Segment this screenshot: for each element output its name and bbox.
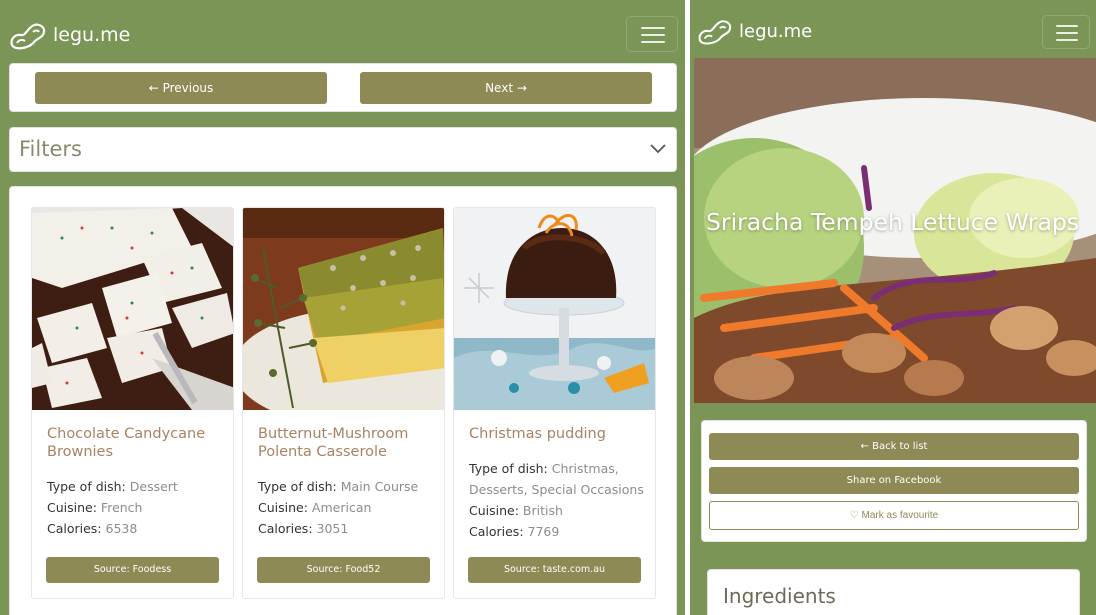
brand-logo[interactable]: legu.me: [9, 18, 130, 52]
previous-button[interactable]: ← Previous: [35, 72, 327, 104]
recipe-image[interactable]: [454, 208, 655, 410]
filters-title: Filters: [19, 137, 82, 161]
chevron-down-icon: [650, 144, 666, 154]
pagination-bar: ← Previous Next →: [9, 63, 677, 112]
navbar: legu.me: [0, 0, 685, 60]
recipe-meta: Type of dish: Main Course Cuisine: Ameri…: [258, 479, 419, 536]
recipe-list-view: legu.me ← Previous Next → Filters Chocol…: [0, 0, 685, 615]
recipe-title[interactable]: Butternut-Mushroom Polenta Casserole: [258, 425, 436, 461]
recipe-card[interactable]: Christmas pudding Type of dish: Christma…: [453, 207, 656, 599]
recipe-image[interactable]: [32, 208, 233, 410]
recipe-card[interactable]: Chocolate Candycane Brownies Type of dis…: [31, 207, 234, 599]
bean-logo-icon: [10, 23, 46, 50]
ingredients-title: Ingredients: [723, 584, 836, 608]
ingredients-section: Ingredients: [707, 569, 1080, 615]
recipe-card[interactable]: Butternut-Mushroom Polenta Casserole Typ…: [242, 207, 445, 599]
brand-name: legu.me: [739, 20, 813, 42]
next-button[interactable]: Next →: [360, 72, 652, 104]
source-button[interactable]: Source: Food52: [257, 557, 430, 583]
mark-favourite-button[interactable]: ♡ Mark as favourite: [709, 501, 1079, 530]
source-button[interactable]: Source: Foodess: [46, 557, 219, 583]
menu-toggle-button[interactable]: [626, 16, 678, 52]
recipe-meta: Type of dish: Dessert Cuisine: French Ca…: [47, 479, 178, 536]
recipe-image[interactable]: [243, 208, 444, 410]
share-facebook-button[interactable]: Share on Facebook: [709, 467, 1079, 494]
filters-toggle[interactable]: Filters: [9, 127, 677, 172]
recipe-actions: ← Back to list Share on Facebook ♡ Mark …: [701, 420, 1087, 542]
recipe-hero-image: Sriracha Tempeh Lettuce Wraps: [694, 58, 1096, 403]
recipe-meta: Type of dish: Christmas, Desserts, Speci…: [469, 461, 644, 539]
menu-toggle-button[interactable]: [1042, 15, 1090, 49]
hamburger-icon: [1056, 25, 1078, 27]
recipe-detail-title: Sriracha Tempeh Lettuce Wraps: [706, 208, 1080, 236]
navbar: legu.me: [690, 0, 1096, 60]
source-button[interactable]: Source: taste.com.au: [468, 557, 641, 583]
recipe-title[interactable]: Chocolate Candycane Brownies: [47, 425, 225, 461]
recipe-detail-view: legu.me Sriracha Tempeh Lettuce Wraps ← …: [690, 0, 1096, 615]
hamburger-icon: [641, 27, 665, 29]
bean-logo-icon: [698, 20, 732, 45]
recipe-title[interactable]: Christmas pudding: [469, 425, 647, 443]
brand-name: legu.me: [53, 24, 131, 46]
brand-logo[interactable]: legu.me: [697, 15, 812, 47]
back-to-list-button[interactable]: ← Back to list: [709, 433, 1079, 460]
